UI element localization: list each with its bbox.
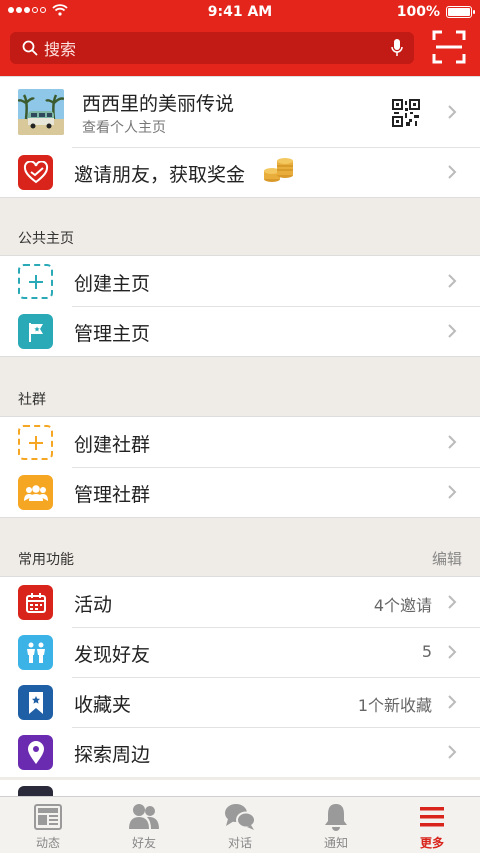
groups-group: 创建社群 管理社群 xyxy=(0,416,480,518)
news-feed-icon xyxy=(34,804,62,830)
profile-subtitle: 查看个人主页 xyxy=(82,120,166,136)
create-group-row[interactable]: 创建社群 xyxy=(0,417,480,467)
battery-status: 100% xyxy=(396,4,475,20)
scan-qr-icon[interactable] xyxy=(432,30,466,64)
tab-label: 好友 xyxy=(131,836,156,850)
section-title-pages: 公共主页 xyxy=(18,231,74,247)
chevron-right-icon xyxy=(448,485,457,499)
pages-group: 创建主页 管理主页 xyxy=(0,255,480,357)
menu-icon xyxy=(420,807,444,827)
invite-label: 邀请朋友，获取奖金 xyxy=(74,164,246,186)
chevron-right-icon xyxy=(448,745,457,759)
chat-icon xyxy=(225,804,256,830)
calendar-icon xyxy=(18,585,53,620)
manage-group-row[interactable]: 管理社群 xyxy=(0,467,480,517)
location-pin-icon xyxy=(18,735,53,770)
qr-code-icon[interactable] xyxy=(392,99,420,127)
tab-friends[interactable]: 好友 xyxy=(96,797,192,853)
events-label: 活动 xyxy=(74,594,113,616)
chevron-right-icon xyxy=(448,645,457,659)
find-friends-row[interactable]: 发现好友 5 xyxy=(0,627,480,677)
favorites-row[interactable]: 收藏夹 1个新收藏 xyxy=(0,677,480,727)
manage-page-row[interactable]: 管理主页 xyxy=(0,306,480,356)
add-group-icon xyxy=(18,425,53,460)
create-page-label: 创建主页 xyxy=(74,273,151,295)
tab-chat[interactable]: 对话 xyxy=(192,797,288,853)
chevron-right-icon xyxy=(448,324,457,338)
battery-percent: 100% xyxy=(396,4,440,20)
profile-group: 西西里的美丽传说 查看个人主页 邀请朋友，获取奖金 xyxy=(0,76,480,198)
tab-label: 动态 xyxy=(35,836,60,850)
edit-link[interactable]: 编辑 xyxy=(432,548,462,569)
tab-news-feed[interactable]: 动态 xyxy=(0,797,96,853)
find-friends-count: 5 xyxy=(421,642,432,661)
find-friends-label: 发现好友 xyxy=(74,644,151,666)
microphone-icon[interactable] xyxy=(390,38,404,58)
flag-icon xyxy=(18,314,53,349)
group-people-icon xyxy=(18,475,53,510)
section-title-frequent: 常用功能 xyxy=(18,552,74,568)
events-row[interactable]: 活动 4个邀请 xyxy=(0,577,480,627)
manage-page-label: 管理主页 xyxy=(74,323,151,345)
create-page-row[interactable]: 创建主页 xyxy=(0,256,480,306)
bookmark-icon xyxy=(18,685,53,720)
search-bar[interactable]: 搜索 xyxy=(10,32,414,64)
tab-bar: 动态 好友 对话 通知 更多 xyxy=(0,796,480,853)
header: 9:41 AM 100% 搜索 xyxy=(0,0,480,76)
gold-coins-icon xyxy=(264,158,293,182)
chevron-right-icon xyxy=(448,435,457,449)
heart-invite-icon xyxy=(18,155,53,190)
tab-label: 通知 xyxy=(323,836,348,850)
tab-label: 更多 xyxy=(419,836,444,850)
chevron-right-icon xyxy=(448,595,457,609)
favorites-count: 1个新收藏 xyxy=(357,696,432,715)
tab-more[interactable]: 更多 xyxy=(384,797,480,853)
frequent-group: 活动 4个邀请 发现好友 5 收藏夹 1个新收藏 探索周边 xyxy=(0,576,480,777)
chevron-right-icon xyxy=(448,274,457,288)
explore-nearby-label: 探索周边 xyxy=(74,744,151,766)
profile-row[interactable]: 西西里的美丽传说 查看个人主页 xyxy=(0,77,480,147)
search-icon xyxy=(22,40,38,56)
friends-icon xyxy=(129,804,159,829)
chevron-right-icon xyxy=(448,105,457,119)
search-placeholder: 搜索 xyxy=(44,40,77,59)
chevron-right-icon xyxy=(448,165,457,179)
invite-friends-row[interactable]: 邀请朋友，获取奖金 xyxy=(0,147,480,197)
profile-name: 西西里的美丽传说 xyxy=(82,93,235,115)
chevron-right-icon xyxy=(448,695,457,709)
favorites-label: 收藏夹 xyxy=(74,694,132,716)
create-group-label: 创建社群 xyxy=(74,434,151,456)
manage-group-label: 管理社群 xyxy=(74,484,151,506)
status-bar: 9:41 AM 100% xyxy=(0,0,480,24)
explore-nearby-row[interactable]: 探索周边 xyxy=(0,727,480,777)
tab-notifications[interactable]: 通知 xyxy=(288,797,384,853)
avatar xyxy=(18,89,64,135)
add-page-icon xyxy=(18,264,53,299)
events-count: 4个邀请 xyxy=(373,596,432,615)
find-friends-icon xyxy=(18,635,53,670)
battery-icon xyxy=(446,6,475,18)
tab-label: 对话 xyxy=(227,836,252,850)
bell-icon xyxy=(325,804,347,831)
next-row-peek xyxy=(0,780,480,796)
section-title-groups: 社群 xyxy=(18,392,46,408)
